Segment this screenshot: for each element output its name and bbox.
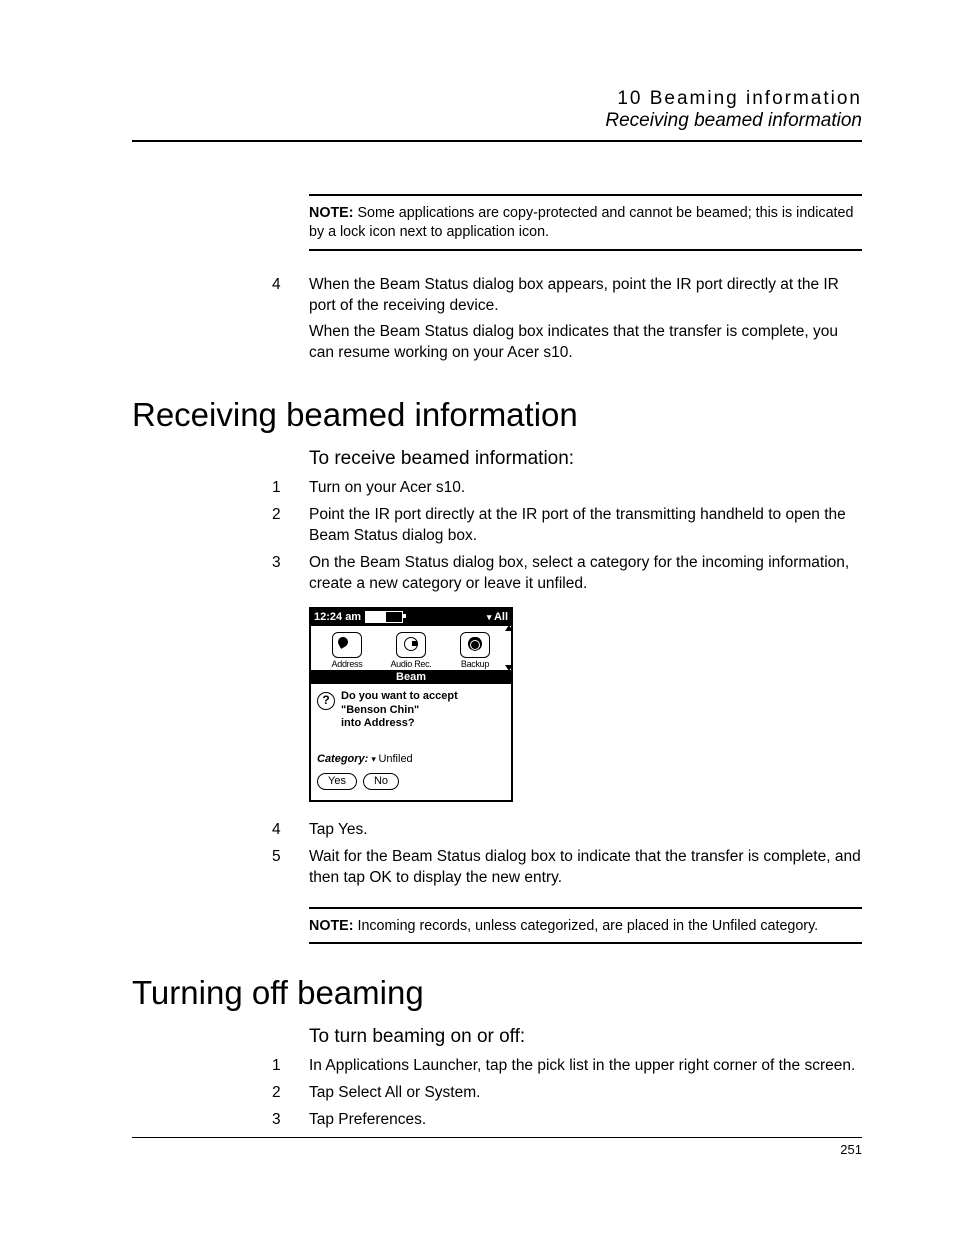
list-text: When the Beam Status dialog box appears,… xyxy=(309,275,862,371)
beam-dialog-message: Do you want to accept "Benson Chin" into… xyxy=(341,690,458,731)
list-number: 4 xyxy=(272,820,309,841)
section-heading-turnoff: Turning off beaming xyxy=(132,974,862,1012)
page: 10 Beaming information Receiving beamed … xyxy=(0,0,954,1235)
list-item: 2 Tap Select All or System. xyxy=(272,1083,862,1104)
list-number: 2 xyxy=(272,505,309,547)
list-text: In Applications Launcher, tap the pick l… xyxy=(309,1056,862,1077)
palm-screenshot: 12:24 am All Address Audio Rec. Backup xyxy=(309,607,513,802)
list-text: Point the IR port directly at the IR por… xyxy=(309,505,862,547)
palm-statusbar: 12:24 am All xyxy=(311,609,511,626)
list-text: Turn on your Acer s10. xyxy=(309,478,862,499)
icon-label: Address xyxy=(317,659,377,669)
list-number: 2 xyxy=(272,1083,309,1104)
turnoff-block: To turn beaming on or off: 1 In Applicat… xyxy=(272,1026,862,1131)
list-number: 4 xyxy=(272,275,309,371)
palm-launcher-row: Address Audio Rec. Backup xyxy=(311,626,511,670)
list-item: 1 In Applications Launcher, tap the pick… xyxy=(272,1056,862,1077)
list-text: Tap Preferences. xyxy=(309,1110,862,1131)
list-text: On the Beam Status dialog box, select a … xyxy=(309,553,862,595)
subheading-turnoff: To turn beaming on or off: xyxy=(309,1026,862,1048)
question-icon: ? xyxy=(317,692,335,710)
subheading-receive: To receive beamed information: xyxy=(309,448,862,470)
list-number: 1 xyxy=(272,1056,309,1077)
receive-block: To receive beamed information: 1 Turn on… xyxy=(272,448,862,944)
continuation-list: 4 When the Beam Status dialog box appear… xyxy=(272,275,862,371)
note-text: Incoming records, unless categorized, ar… xyxy=(357,918,818,934)
note-box-1: NOTE: Some applications are copy-protect… xyxy=(309,194,862,251)
backup-icon xyxy=(460,632,490,658)
list-number: 1 xyxy=(272,478,309,499)
list-item: 3 On the Beam Status dialog box, select … xyxy=(272,553,862,595)
running-head-section: Receiving beamed information xyxy=(132,110,862,132)
list-number: 5 xyxy=(272,847,309,889)
list-item: 5 Wait for the Beam Status dialog box to… xyxy=(272,847,862,889)
category-value: Unfiled xyxy=(378,753,412,765)
receive-list: 1 Turn on your Acer s10. 2 Point the IR … xyxy=(272,478,862,595)
receive-list-cont: 4 Tap Yes. 5 Wait for the Beam Status di… xyxy=(272,820,862,889)
scroll-arrows-icon xyxy=(507,626,510,670)
footer-rule xyxy=(132,1137,862,1138)
note-label: NOTE: xyxy=(309,205,353,221)
icon-label: Audio Rec. xyxy=(381,659,441,669)
list-number: 3 xyxy=(272,1110,309,1131)
address-icon xyxy=(332,632,362,658)
list-text: Wait for the Beam Status dialog box to i… xyxy=(309,847,862,889)
beam-dialog-title: Beam xyxy=(311,670,511,684)
footer: 251 xyxy=(132,1129,862,1157)
body-column: NOTE: Some applications are copy-protect… xyxy=(272,194,862,370)
list-item: 4 When the Beam Status dialog box appear… xyxy=(272,275,862,371)
header-rule xyxy=(132,140,862,142)
section-heading-receiving: Receiving beamed information xyxy=(132,396,862,434)
list-text: Tap Select All or System. xyxy=(309,1083,862,1104)
yes-button: Yes xyxy=(317,773,357,790)
beam-dialog-body: ? Do you want to accept "Benson Chin" in… xyxy=(311,684,511,800)
note-text: Some applications are copy-protected and… xyxy=(309,205,853,240)
audio-rec-icon xyxy=(396,632,426,658)
palm-category-picklist: All xyxy=(487,611,508,623)
note-label: NOTE: xyxy=(309,918,353,934)
list-text: Tap Yes. xyxy=(309,820,862,841)
list-item: 1 Turn on your Acer s10. xyxy=(272,478,862,499)
icon-label: Backup xyxy=(445,659,505,669)
running-head-chapter: 10 Beaming information xyxy=(132,88,862,110)
list-item: 2 Point the IR port directly at the IR p… xyxy=(272,505,862,547)
note-box-2: NOTE: Incoming records, unless categoriz… xyxy=(309,907,862,944)
list-item: 4 Tap Yes. xyxy=(272,820,862,841)
list-item: 3 Tap Preferences. xyxy=(272,1110,862,1131)
no-button: No xyxy=(363,773,399,790)
category-picklist: Category: Unfiled xyxy=(317,753,505,765)
palm-time: 12:24 am xyxy=(314,611,361,623)
turnoff-list: 1 In Applications Launcher, tap the pick… xyxy=(272,1056,862,1131)
page-number: 251 xyxy=(132,1142,862,1157)
list-number: 3 xyxy=(272,553,309,595)
battery-icon xyxy=(365,611,403,623)
running-head: 10 Beaming information Receiving beamed … xyxy=(132,88,862,132)
